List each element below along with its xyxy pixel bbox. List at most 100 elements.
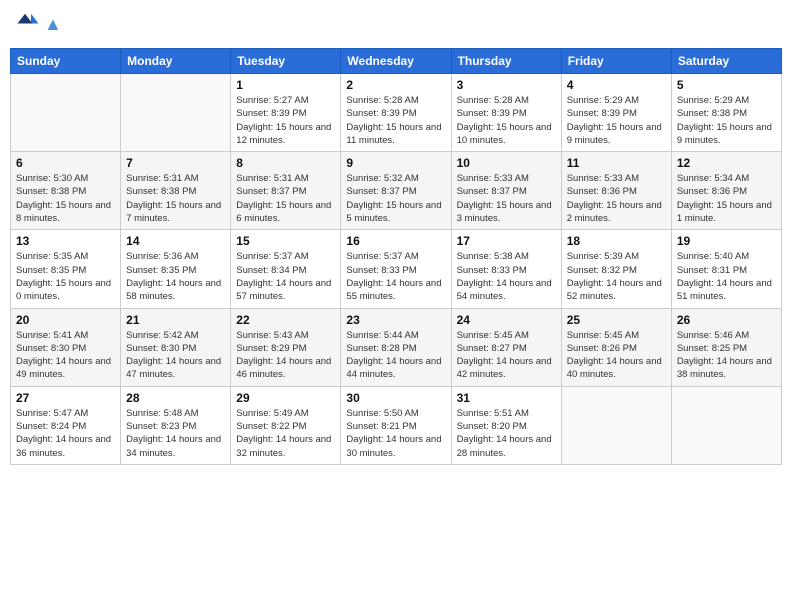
day-detail: Sunrise: 5:29 AMSunset: 8:39 PMDaylight:… — [567, 94, 666, 147]
day-number: 18 — [567, 234, 666, 248]
day-detail: Sunrise: 5:31 AMSunset: 8:38 PMDaylight:… — [126, 172, 225, 225]
day-cell: 24Sunrise: 5:45 AMSunset: 8:27 PMDayligh… — [451, 308, 561, 386]
day-cell: 25Sunrise: 5:45 AMSunset: 8:26 PMDayligh… — [561, 308, 671, 386]
weekday-header-row: SundayMondayTuesdayWednesdayThursdayFrid… — [11, 49, 782, 74]
day-cell: 23 Sunrise: 5:44 AMSunset: 8:28 PMDayligh… — [341, 308, 451, 386]
day-detail: Sunrise: 5:33 AMSunset: 8:36 PMDaylight:… — [567, 172, 666, 225]
day-cell: 18 Sunrise: 5:39 AMSunset: 8:32 PMDayligh… — [561, 230, 671, 308]
day-number: 15 — [236, 234, 335, 248]
day-detail: Sunrise: 5:44 AMSunset: 8:28 PMDaylight:… — [346, 329, 445, 382]
day-detail: Sunrise: 5:38 AMSunset: 8:33 PMDaylight:… — [457, 250, 556, 303]
day-number: 26 — [677, 313, 776, 327]
logo-accent: ▲ — [44, 14, 62, 34]
day-detail: Sunrise: 5:51 AMSunset: 8:20 PMDaylight:… — [457, 407, 556, 460]
day-number: 23 — [346, 313, 445, 327]
day-detail: Sunrise: 5:36 AMSunset: 8:35 PMDaylight:… — [126, 250, 225, 303]
day-detail: Sunrise: 5:43 AMSunset: 8:29 PMDaylight:… — [236, 329, 335, 382]
day-cell: 21 Sunrise: 5:42 AMSunset: 8:30 PMDayligh… — [121, 308, 231, 386]
day-number: 21 — [126, 313, 225, 327]
day-detail: Sunrise: 5:46 AMSunset: 8:25 PMDaylight:… — [677, 329, 776, 382]
day-cell: 9 Sunrise: 5:32 AMSunset: 8:37 PMDaylight… — [341, 152, 451, 230]
day-number: 12 — [677, 156, 776, 170]
day-cell — [671, 386, 781, 464]
day-number: 13 — [16, 234, 115, 248]
day-cell: 17 Sunrise: 5:38 AMSunset: 8:33 PMDayligh… — [451, 230, 561, 308]
day-detail: Sunrise: 5:40 AMSunset: 8:31 PMDaylight:… — [677, 250, 776, 303]
day-number: 6 — [16, 156, 115, 170]
day-cell: 29Sunrise: 5:49 AMSunset: 8:22 PMDayligh… — [231, 386, 341, 464]
day-detail: Sunrise: 5:41 AMSunset: 8:30 PMDaylight:… — [16, 329, 115, 382]
day-cell: 6Sunrise: 5:30 AMSunset: 8:38 PMDaylight… — [11, 152, 121, 230]
day-cell: 13 Sunrise: 5:35 AMSunset: 8:35 PMDayligh… — [11, 230, 121, 308]
day-detail: Sunrise: 5:34 AMSunset: 8:36 PMDaylight:… — [677, 172, 776, 225]
day-cell: 2 Sunrise: 5:28 AMSunset: 8:39 PMDaylight… — [341, 74, 451, 152]
day-detail: Sunrise: 5:28 AMSunset: 8:39 PMDaylight:… — [457, 94, 556, 147]
day-cell: 10Sunrise: 5:33 AMSunset: 8:37 PMDayligh… — [451, 152, 561, 230]
weekday-thursday: Thursday — [451, 49, 561, 74]
logo-text: ▲ — [44, 15, 62, 35]
day-cell: 30 Sunrise: 5:50 AMSunset: 8:21 PMDayligh… — [341, 386, 451, 464]
day-number: 19 — [677, 234, 776, 248]
page: ▲ SundayMondayTuesdayWednesdayThursdayFr… — [0, 0, 792, 612]
day-number: 14 — [126, 234, 225, 248]
day-number: 4 — [567, 78, 666, 92]
day-number: 30 — [346, 391, 445, 405]
day-detail: Sunrise: 5:31 AMSunset: 8:37 PMDaylight:… — [236, 172, 335, 225]
weekday-tuesday: Tuesday — [231, 49, 341, 74]
day-number: 3 — [457, 78, 556, 92]
day-detail: Sunrise: 5:27 AMSunset: 8:39 PMDaylight:… — [236, 94, 335, 147]
week-row-5: 27Sunrise: 5:47 AMSunset: 8:24 PMDayligh… — [11, 386, 782, 464]
day-cell — [11, 74, 121, 152]
day-number: 8 — [236, 156, 335, 170]
day-detail: Sunrise: 5:50 AMSunset: 8:21 PMDaylight:… — [346, 407, 445, 460]
day-cell: 5Sunrise: 5:29 AMSunset: 8:38 PMDaylight… — [671, 74, 781, 152]
day-cell: 4 Sunrise: 5:29 AMSunset: 8:39 PMDaylight… — [561, 74, 671, 152]
day-number: 29 — [236, 391, 335, 405]
day-cell: 3 Sunrise: 5:28 AMSunset: 8:39 PMDaylight… — [451, 74, 561, 152]
day-number: 25 — [567, 313, 666, 327]
logo-icon — [10, 10, 40, 40]
day-detail: Sunrise: 5:48 AMSunset: 8:23 PMDaylight:… — [126, 407, 225, 460]
day-number: 27 — [16, 391, 115, 405]
day-number: 17 — [457, 234, 556, 248]
day-number: 16 — [346, 234, 445, 248]
day-cell: 11 Sunrise: 5:33 AMSunset: 8:36 PMDayligh… — [561, 152, 671, 230]
day-cell — [121, 74, 231, 152]
week-row-2: 6Sunrise: 5:30 AMSunset: 8:38 PMDaylight… — [11, 152, 782, 230]
day-detail: Sunrise: 5:29 AMSunset: 8:38 PMDaylight:… — [677, 94, 776, 147]
weekday-sunday: Sunday — [11, 49, 121, 74]
day-cell: 20 Sunrise: 5:41 AMSunset: 8:30 PMDayligh… — [11, 308, 121, 386]
day-cell: 7Sunrise: 5:31 AMSunset: 8:38 PMDaylight… — [121, 152, 231, 230]
day-number: 28 — [126, 391, 225, 405]
day-cell: 27Sunrise: 5:47 AMSunset: 8:24 PMDayligh… — [11, 386, 121, 464]
day-detail: Sunrise: 5:33 AMSunset: 8:37 PMDaylight:… — [457, 172, 556, 225]
day-detail: Sunrise: 5:32 AMSunset: 8:37 PMDaylight:… — [346, 172, 445, 225]
day-cell: 16 Sunrise: 5:37 AMSunset: 8:33 PMDayligh… — [341, 230, 451, 308]
week-row-4: 20 Sunrise: 5:41 AMSunset: 8:30 PMDayligh… — [11, 308, 782, 386]
day-detail: Sunrise: 5:42 AMSunset: 8:30 PMDaylight:… — [126, 329, 225, 382]
day-number: 20 — [16, 313, 115, 327]
header: ▲ — [10, 10, 782, 40]
calendar-table: SundayMondayTuesdayWednesdayThursdayFrid… — [10, 48, 782, 465]
day-detail: Sunrise: 5:35 AMSunset: 8:35 PMDaylight:… — [16, 250, 115, 303]
day-detail: Sunrise: 5:45 AMSunset: 8:27 PMDaylight:… — [457, 329, 556, 382]
day-cell: 14 Sunrise: 5:36 AMSunset: 8:35 PMDayligh… — [121, 230, 231, 308]
day-detail: Sunrise: 5:39 AMSunset: 8:32 PMDaylight:… — [567, 250, 666, 303]
weekday-wednesday: Wednesday — [341, 49, 451, 74]
day-detail: Sunrise: 5:37 AMSunset: 8:33 PMDaylight:… — [346, 250, 445, 303]
day-cell: 12 Sunrise: 5:34 AMSunset: 8:36 PMDayligh… — [671, 152, 781, 230]
day-number: 31 — [457, 391, 556, 405]
day-number: 1 — [236, 78, 335, 92]
day-number: 22 — [236, 313, 335, 327]
day-cell: 26 Sunrise: 5:46 AMSunset: 8:25 PMDayligh… — [671, 308, 781, 386]
day-detail: Sunrise: 5:28 AMSunset: 8:39 PMDaylight:… — [346, 94, 445, 147]
weekday-saturday: Saturday — [671, 49, 781, 74]
day-cell: 28 Sunrise: 5:48 AMSunset: 8:23 PMDayligh… — [121, 386, 231, 464]
day-cell: 8 Sunrise: 5:31 AMSunset: 8:37 PMDaylight… — [231, 152, 341, 230]
day-number: 2 — [346, 78, 445, 92]
day-detail: Sunrise: 5:37 AMSunset: 8:34 PMDaylight:… — [236, 250, 335, 303]
day-cell: 31 Sunrise: 5:51 AMSunset: 8:20 PMDayligh… — [451, 386, 561, 464]
day-number: 11 — [567, 156, 666, 170]
day-number: 9 — [346, 156, 445, 170]
day-cell — [561, 386, 671, 464]
